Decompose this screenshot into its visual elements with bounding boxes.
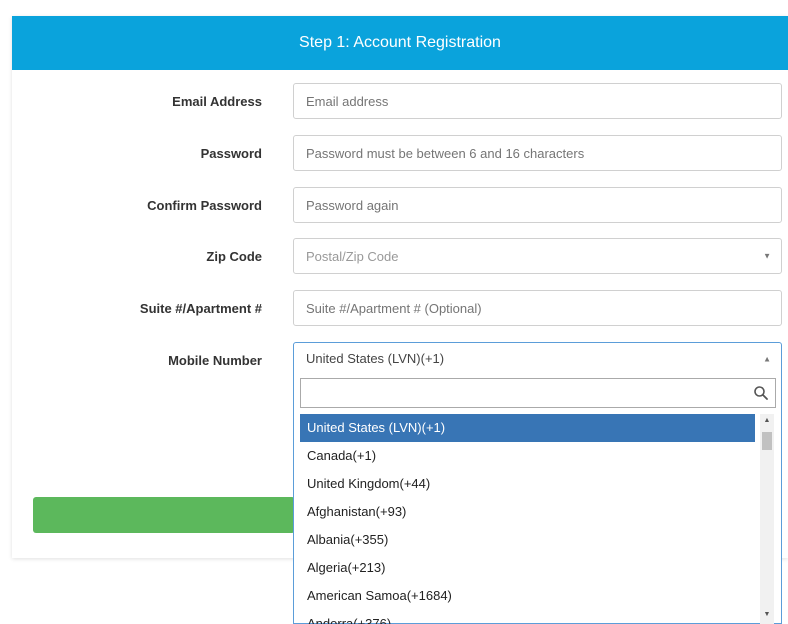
chevron-down-icon: ▼ <box>763 251 771 261</box>
confirm-password-label: Confirm Password <box>147 198 262 213</box>
scroll-up-icon[interactable]: ▲ <box>760 416 774 426</box>
email-field[interactable] <box>293 83 782 119</box>
page-title-text: Step 1: Account Registration <box>299 34 501 51</box>
password-field[interactable] <box>293 135 782 171</box>
email-label: Email Address <box>172 94 262 109</box>
zip-code-placeholder: Postal/Zip Code <box>306 248 399 264</box>
mobile-country-select[interactable]: United States (LVN)(+1) ▲ <box>293 342 782 375</box>
dropdown-scrollbar[interactable]: ▲ ▼ <box>760 414 774 624</box>
country-option[interactable]: Albania(+355) <box>300 526 755 554</box>
country-option[interactable]: Andorra(+376) <box>300 610 755 624</box>
zip-code-label: Zip Code <box>206 249 262 264</box>
country-option[interactable]: United Kingdom(+44) <box>300 470 755 498</box>
search-icon <box>754 386 768 400</box>
scroll-thumb[interactable] <box>762 432 772 450</box>
country-options-list: United States (LVN)(+1) Canada(+1) Unite… <box>300 414 755 624</box>
country-option[interactable]: Afghanistan(+93) <box>300 498 755 526</box>
mobile-country-value: United States (LVN)(+1) <box>306 351 445 366</box>
mobile-number-label: Mobile Number <box>168 353 262 368</box>
country-option[interactable]: American Samoa(+1684) <box>300 582 755 610</box>
suite-field[interactable] <box>293 290 782 326</box>
country-option[interactable]: Canada(+1) <box>300 442 755 470</box>
country-option[interactable]: Algeria(+213) <box>300 554 755 582</box>
zip-code-select[interactable]: Postal/Zip Code ▼ <box>293 238 782 274</box>
scroll-down-icon[interactable]: ▼ <box>760 610 774 620</box>
chevron-up-icon: ▲ <box>763 354 771 363</box>
confirm-password-field[interactable] <box>293 187 782 223</box>
password-label: Password <box>200 146 262 161</box>
country-dropdown: United States (LVN)(+1) Canada(+1) Unite… <box>293 374 782 624</box>
page-title: Step 1: Account Registration <box>12 16 788 70</box>
country-search <box>300 378 776 408</box>
submit-button[interactable] <box>33 497 295 533</box>
suite-label: Suite #/Apartment # <box>139 301 262 316</box>
country-option[interactable]: United States (LVN)(+1) <box>300 414 755 442</box>
country-search-input[interactable] <box>301 379 775 407</box>
